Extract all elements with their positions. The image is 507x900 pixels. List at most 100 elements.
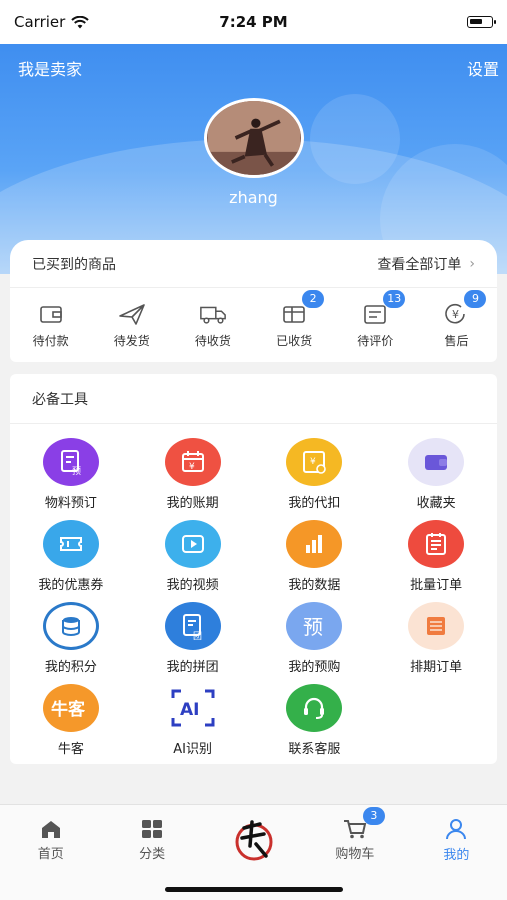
tool-my-videos[interactable]: 我的视频 [132, 520, 254, 602]
tool-label: 联系客服 [288, 742, 341, 757]
tool-label: 物料预订 [44, 496, 97, 511]
niuke-icon: 牛客 [42, 684, 99, 732]
tool-label: 批量订单 [410, 578, 463, 593]
cart-icon [343, 819, 367, 838]
order-status-pending-receipt[interactable]: 待收货 [172, 288, 253, 362]
tab-label: 首页 [37, 846, 64, 862]
order-status-pending-shipment[interactable]: 待发货 [91, 288, 172, 362]
brand-logo-icon [235, 820, 273, 861]
calendar-yen-icon: ¥ [164, 438, 221, 486]
status-bar: Carrier 7:24 PM [0, 0, 507, 44]
header-bubble [310, 94, 400, 184]
coupon-icon [42, 520, 99, 568]
tool-my-data[interactable]: 我的数据 [254, 520, 376, 602]
tab-label: 分类 [139, 846, 166, 862]
tab-home[interactable]: 首页 [0, 805, 101, 875]
tab-label: 我的 [443, 847, 470, 863]
cart-badge-count: 3 [362, 807, 385, 825]
view-all-label: 查看全部订单 [377, 256, 462, 273]
tool-label: 牛客 [57, 742, 84, 757]
bottom-tab-bar: 首页 分类 3 购物车 我的 [0, 804, 507, 900]
tool-label: 我的拼团 [166, 660, 219, 675]
grid-icon [142, 819, 163, 838]
tool-label: AI识别 [173, 742, 212, 757]
carrier-label: Carrier [14, 13, 66, 31]
order-status-received[interactable]: 2 已收货 [254, 288, 335, 362]
tool-my-presale[interactable]: 预 我的预购 [254, 602, 376, 684]
review-icon: 13 [361, 289, 406, 326]
orders-header: 已买到的商品 查看全部订单 › [10, 240, 497, 288]
settings-link[interactable]: 设置 [467, 56, 499, 80]
order-status-after-sale[interactable]: ¥ 9 售后 [416, 288, 497, 362]
home-indicator [165, 887, 343, 892]
tool-my-coupons[interactable]: 我的优惠券 [10, 520, 132, 602]
headset-icon [286, 684, 343, 732]
wifi-icon [71, 15, 90, 28]
plane-icon [118, 302, 146, 326]
svg-text:预: 预 [303, 615, 323, 639]
badge-count: 13 [383, 289, 406, 308]
badge-count: 2 [302, 289, 325, 308]
svg-text:¥: ¥ [310, 457, 316, 467]
tool-label: 我的数据 [288, 578, 341, 593]
svg-text:¥: ¥ [452, 308, 459, 321]
wallet-fav-icon [408, 438, 465, 486]
tool-niuke[interactable]: 牛客 牛客 [10, 684, 132, 766]
box-icon: 2 [280, 289, 325, 326]
orders-title: 已买到的商品 [32, 256, 116, 273]
batch-order-icon [408, 520, 465, 568]
svg-text:团: 团 [193, 631, 202, 641]
tool-label: 我的账期 [166, 496, 219, 511]
user-icon [446, 818, 467, 839]
username: zhang [229, 188, 278, 207]
order-status-row: 待付款 待发货 待收货 2 已收货 13 待评价 ¥ 9 售后 [10, 288, 497, 362]
order-status-label: 待评价 [357, 333, 394, 348]
presale-icon: 预 [286, 602, 343, 650]
svg-text:¥: ¥ [189, 462, 195, 472]
tool-favorites[interactable]: 收藏夹 [375, 438, 497, 520]
tool-ai-recognition[interactable]: AI AI识别 [132, 684, 254, 766]
tool-contact-service[interactable]: 联系客服 [254, 684, 376, 766]
avatar[interactable] [204, 98, 304, 178]
chart-data-icon [286, 520, 343, 568]
tool-label: 我的积分 [44, 660, 97, 675]
chevron-right-icon: › [469, 255, 475, 272]
view-all-orders-link[interactable]: 查看全部订单 › [377, 254, 475, 274]
points-icon [42, 602, 99, 650]
order-status-label: 待收货 [194, 333, 231, 348]
tool-my-billing-period[interactable]: ¥ 我的账期 [132, 438, 254, 520]
order-status-pending-payment[interactable]: 待付款 [10, 288, 91, 362]
tab-categories[interactable]: 分类 [101, 805, 202, 875]
tool-label: 收藏夹 [416, 496, 456, 511]
tool-material-booking[interactable]: 预 物料预订 [10, 438, 132, 520]
deduction-icon: ¥ [286, 438, 343, 486]
tool-my-group-buy[interactable]: 团 我的拼团 [132, 602, 254, 684]
truck-icon [199, 302, 227, 326]
orders-card: 已买到的商品 查看全部订单 › 待付款 待发货 待收货 2 已收货 13 待评价… [10, 240, 497, 362]
tab-profile[interactable]: 我的 [406, 805, 507, 875]
home-icon [41, 820, 60, 838]
tool-my-points[interactable]: 我的积分 [10, 602, 132, 684]
tools-title: 必备工具 [10, 374, 497, 424]
tool-label: 我的预购 [288, 660, 341, 675]
order-status-label: 待付款 [32, 333, 69, 348]
tab-label: 购物车 [335, 846, 375, 862]
order-status-label: 待发货 [113, 333, 150, 348]
tab-brand[interactable] [203, 805, 304, 875]
tool-batch-orders[interactable]: 批量订单 [375, 520, 497, 602]
order-status-label: 售后 [444, 333, 469, 348]
tool-label: 排期订单 [410, 660, 463, 675]
tools-grid: 预 物料预订 ¥ 我的账期 ¥ 我的代扣 收藏夹 我的优惠券 我的视频 我的数据… [10, 424, 497, 766]
tab-cart[interactable]: 3 购物车 [304, 805, 405, 875]
after-sale-icon: ¥ 9 [442, 289, 487, 326]
tool-my-deduction[interactable]: ¥ 我的代扣 [254, 438, 376, 520]
tool-label: 我的优惠券 [38, 578, 104, 593]
tool-scheduled-orders[interactable]: 排期订单 [375, 602, 497, 684]
svg-text:牛客: 牛客 [51, 699, 86, 720]
tools-card: 必备工具 预 物料预订 ¥ 我的账期 ¥ 我的代扣 收藏夹 我的优惠券 我的视频… [10, 374, 497, 764]
group-buy-icon: 团 [164, 602, 221, 650]
material-booking-icon: 预 [42, 438, 99, 486]
seller-mode-link[interactable]: 我是卖家 [18, 56, 82, 80]
order-status-pending-review[interactable]: 13 待评价 [335, 288, 416, 362]
wallet-icon [37, 302, 65, 326]
